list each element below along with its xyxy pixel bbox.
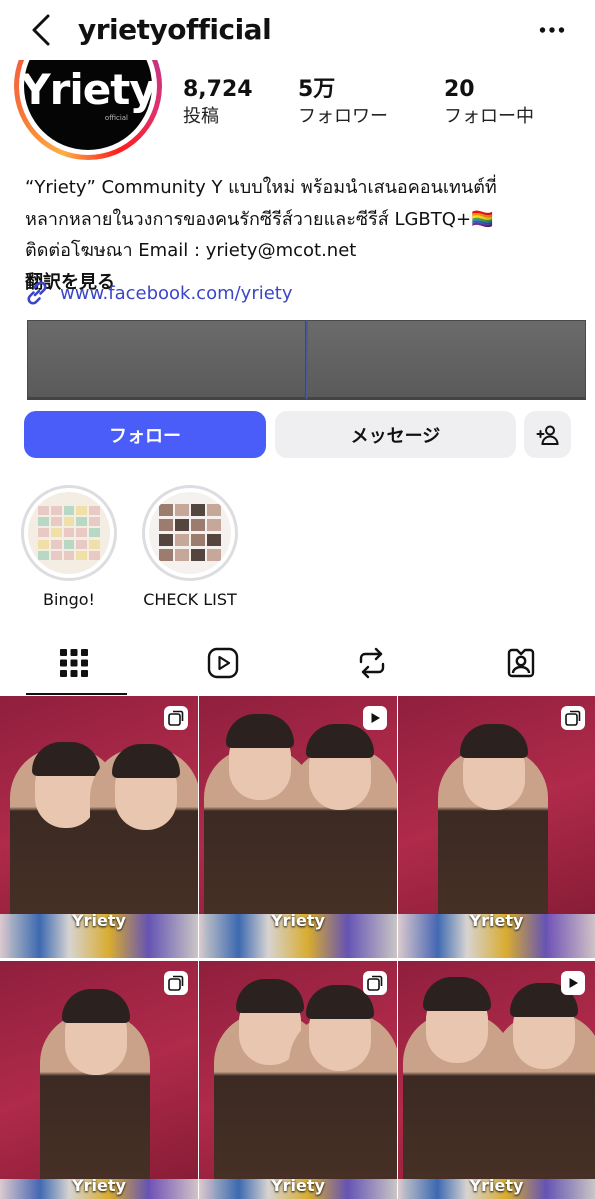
post-brand-text: Yriety bbox=[72, 1176, 126, 1195]
carousel-icon bbox=[164, 706, 188, 730]
message-button[interactable]: メッセージ bbox=[275, 411, 516, 458]
highlight-cover bbox=[142, 485, 238, 581]
following-count[interactable]: 20 フォロー中 bbox=[444, 76, 534, 130]
post-brand-text: Yriety bbox=[469, 911, 524, 930]
tab-grid[interactable] bbox=[0, 631, 149, 695]
post-brand-text: Yriety bbox=[271, 1176, 325, 1195]
posts-count[interactable]: 8,724 投稿 bbox=[183, 76, 253, 130]
carousel-icon bbox=[363, 971, 387, 995]
highlight-thumbnail bbox=[28, 492, 110, 574]
link-icon bbox=[27, 281, 47, 305]
post-brand-text: Yriety bbox=[72, 911, 126, 930]
bio-line: “Yriety” Community Y แบบใหม่ พร้อมนำเสนอ… bbox=[25, 177, 497, 198]
website-link-text: www.facebook.com/yriety bbox=[60, 282, 293, 304]
post-thumbnail[interactable]: Yriety bbox=[199, 961, 397, 1199]
redacted-block bbox=[306, 320, 586, 400]
post-thumbnail[interactable]: Yriety bbox=[398, 696, 595, 958]
reel-icon bbox=[561, 971, 585, 995]
posts-count-value: 8,724 bbox=[183, 77, 253, 102]
repost-icon bbox=[359, 647, 385, 679]
post-brand-text: Yriety bbox=[469, 1176, 524, 1195]
top-bar: yrietyofficial bbox=[0, 0, 595, 60]
following-count-value: 20 bbox=[444, 77, 475, 102]
highlight-bingo[interactable]: Bingo! bbox=[21, 485, 117, 609]
post-thumbnail[interactable]: Yriety bbox=[0, 961, 198, 1199]
more-horizontal-icon bbox=[539, 27, 565, 33]
highlight-thumbnail bbox=[149, 492, 231, 574]
bio-line: ติดต่อโฆษณา Email : yriety@mcot.net bbox=[25, 240, 357, 261]
carousel-icon bbox=[561, 706, 585, 730]
add-person-icon bbox=[536, 425, 559, 445]
avatar-logo-subtext: official bbox=[104, 114, 128, 122]
tagged-icon bbox=[507, 648, 534, 678]
back-button[interactable] bbox=[26, 12, 56, 48]
highlight-label: CHECK LIST bbox=[143, 590, 237, 609]
post-thumbnail[interactable]: Yriety bbox=[199, 696, 397, 958]
followers-count-label: フォロワー bbox=[298, 106, 388, 127]
posts-grid: Yriety Yriety Yriety Yriety Yriety Yriet… bbox=[0, 696, 595, 1199]
follow-button[interactable]: フォロー bbox=[24, 411, 266, 458]
highlight-cover bbox=[21, 485, 117, 581]
profile-username: yrietyofficial bbox=[78, 13, 272, 46]
highlight-check-list[interactable]: CHECK LIST bbox=[142, 485, 238, 609]
post-thumbnail[interactable]: Yriety bbox=[0, 696, 198, 958]
posts-count-label: 投稿 bbox=[183, 106, 219, 127]
grid-icon bbox=[60, 649, 89, 677]
following-count-label: フォロー中 bbox=[444, 106, 534, 127]
redacted-block bbox=[27, 320, 306, 400]
avatar-logo-text: Yriety bbox=[20, 64, 156, 114]
reel-icon bbox=[363, 706, 387, 730]
post-thumbnail[interactable]: Yriety bbox=[398, 961, 595, 1199]
carousel-icon bbox=[164, 971, 188, 995]
followers-count-value: 5万 bbox=[298, 77, 336, 102]
profile-tabs bbox=[0, 631, 595, 695]
website-link[interactable]: www.facebook.com/yriety bbox=[24, 280, 293, 306]
redacted-banner bbox=[27, 320, 586, 400]
more-options-button[interactable] bbox=[537, 16, 567, 44]
tab-reels[interactable] bbox=[149, 631, 298, 695]
tab-tagged[interactable] bbox=[446, 631, 595, 695]
suggest-people-button[interactable] bbox=[524, 411, 571, 458]
tab-reposts[interactable] bbox=[298, 631, 447, 695]
bio-line: หลากหลายในวงการของคนรักซีรีส์วายและซีรีส… bbox=[25, 208, 494, 230]
chevron-left-icon bbox=[32, 14, 50, 46]
reels-icon bbox=[207, 647, 239, 679]
followers-count[interactable]: 5万 フォロワー bbox=[298, 76, 388, 130]
post-brand-text: Yriety bbox=[271, 911, 325, 930]
